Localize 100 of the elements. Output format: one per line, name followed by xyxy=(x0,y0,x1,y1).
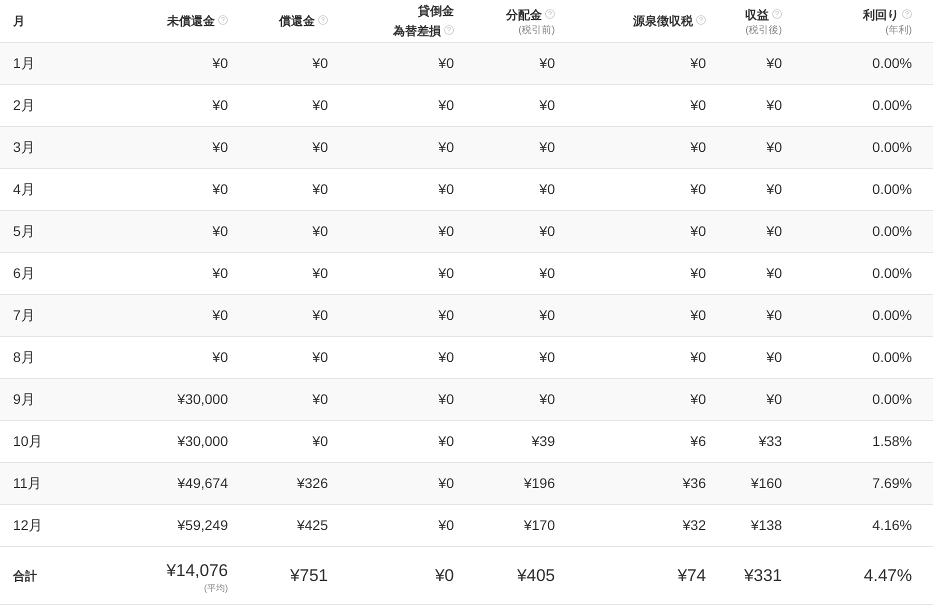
help-icon[interactable] xyxy=(902,9,912,19)
table-cell: 0.00% xyxy=(872,264,912,280)
column-header: 分配金 xyxy=(506,8,542,22)
table-cell: ¥160 xyxy=(750,474,782,490)
table-cell: 4.16% xyxy=(872,516,912,532)
table-cell: ¥0 xyxy=(766,138,782,154)
table-cell: 10月 xyxy=(13,432,43,448)
table-cell: ¥0 xyxy=(766,180,782,196)
table-cell: ¥0 xyxy=(212,180,228,196)
table-cell: ¥0 xyxy=(766,222,782,238)
table-cell: ¥0 xyxy=(312,348,328,364)
table-cell: ¥0 xyxy=(438,516,454,532)
table-cell: ¥0 xyxy=(312,54,328,70)
table-cell: ¥0 xyxy=(312,432,328,448)
table-cell: ¥0 xyxy=(438,138,454,154)
table-cell: ¥0 xyxy=(690,180,706,196)
table-cell: ¥30,000 xyxy=(177,390,228,406)
column-note: (税引後) xyxy=(745,25,782,37)
table-cell: 4月 xyxy=(13,180,35,196)
table-cell: ¥0 xyxy=(438,96,454,112)
table-cell: ¥0 xyxy=(539,96,555,112)
table-cell: ¥0 xyxy=(438,390,454,406)
table-cell: ¥6 xyxy=(690,432,706,448)
table-cell: ¥326 xyxy=(296,474,328,490)
help-icon[interactable] xyxy=(218,15,228,25)
table-cell: 0.00% xyxy=(872,180,912,196)
table-cell: ¥0 xyxy=(312,264,328,280)
table-cell: 5月 xyxy=(13,222,35,238)
table-cell: ¥0 xyxy=(539,306,555,322)
total-cell-text: ¥74 xyxy=(678,564,706,587)
table-cell: 2月 xyxy=(13,96,35,112)
table-cell: ¥0 xyxy=(539,264,555,280)
table-cell: ¥0 xyxy=(539,222,555,238)
table-cell: ¥0 xyxy=(312,180,328,196)
table-cell: 12月 xyxy=(13,516,43,532)
table-cell: 1.58% xyxy=(872,432,912,448)
total-label: 合計 xyxy=(13,568,37,584)
column-header: 償還金 xyxy=(279,14,315,28)
column-header: 収益 xyxy=(745,8,769,22)
table-cell: ¥0 xyxy=(438,348,454,364)
table-cell: ¥425 xyxy=(296,516,328,532)
help-icon[interactable] xyxy=(318,15,328,25)
table-cell: ¥0 xyxy=(312,222,328,238)
table-cell: 9月 xyxy=(13,390,35,406)
help-icon[interactable] xyxy=(772,9,782,19)
help-icon[interactable] xyxy=(696,15,706,25)
table-cell: ¥0 xyxy=(690,348,706,364)
table-cell: ¥0 xyxy=(539,180,555,196)
table-cell: ¥30,000 xyxy=(177,432,228,448)
total-cell-text: ¥405 xyxy=(517,564,555,587)
table-cell: 6月 xyxy=(13,264,35,280)
table-cell: ¥0 xyxy=(212,54,228,70)
total-cell-text: 4.47% xyxy=(864,564,912,587)
table-cell: 7.69% xyxy=(872,474,912,490)
table-cell: ¥0 xyxy=(690,96,706,112)
table-cell: 0.00% xyxy=(872,390,912,406)
column-header: 月 xyxy=(13,14,25,28)
table-cell: ¥33 xyxy=(758,432,782,448)
table-cell: ¥39 xyxy=(532,432,555,448)
table-cell: ¥0 xyxy=(766,264,782,280)
table-cell: ¥0 xyxy=(212,264,228,280)
table-cell: 0.00% xyxy=(872,96,912,112)
table-cell: ¥0 xyxy=(539,390,555,406)
table-cell: ¥0 xyxy=(766,54,782,70)
table-cell: ¥0 xyxy=(766,390,782,406)
table-cell: ¥0 xyxy=(690,222,706,238)
table-cell: ¥0 xyxy=(766,306,782,322)
table-cell: ¥32 xyxy=(682,516,706,532)
table-cell: 0.00% xyxy=(872,222,912,238)
table-cell: ¥0 xyxy=(438,54,454,70)
table-cell: ¥0 xyxy=(438,474,454,490)
table-cell: ¥0 xyxy=(312,306,328,322)
column-header: 利回り xyxy=(863,8,899,22)
table-cell: ¥0 xyxy=(438,432,454,448)
column-header: 為替差損 xyxy=(393,24,441,38)
help-icon[interactable] xyxy=(545,9,555,19)
column-note: (税引前) xyxy=(518,25,555,37)
table-cell: ¥0 xyxy=(438,264,454,280)
column-note: (年利) xyxy=(885,25,912,37)
table-cell: 1月 xyxy=(13,54,35,70)
table-cell: ¥0 xyxy=(539,54,555,70)
table-cell: ¥0 xyxy=(690,138,706,154)
table-cell: ¥0 xyxy=(212,222,228,238)
table-cell: ¥0 xyxy=(690,264,706,280)
table-cell: ¥0 xyxy=(766,96,782,112)
help-icon[interactable] xyxy=(444,25,454,35)
table-cell: ¥138 xyxy=(750,516,782,532)
table-cell: 0.00% xyxy=(872,306,912,322)
column-header: 源泉徴収税 xyxy=(633,14,693,28)
table-cell: ¥0 xyxy=(312,138,328,154)
total-note: (平均) xyxy=(204,583,228,594)
table-cell: ¥0 xyxy=(312,96,328,112)
table-cell: ¥0 xyxy=(690,306,706,322)
table-cell: ¥0 xyxy=(539,348,555,364)
table-cell: 0.00% xyxy=(872,348,912,364)
table-cell: ¥170 xyxy=(524,516,555,532)
total-cell-text: ¥331 xyxy=(744,564,782,587)
table-cell: ¥196 xyxy=(524,474,555,490)
table-cell: ¥0 xyxy=(212,348,228,364)
total-cell-text: ¥0 xyxy=(435,564,454,587)
